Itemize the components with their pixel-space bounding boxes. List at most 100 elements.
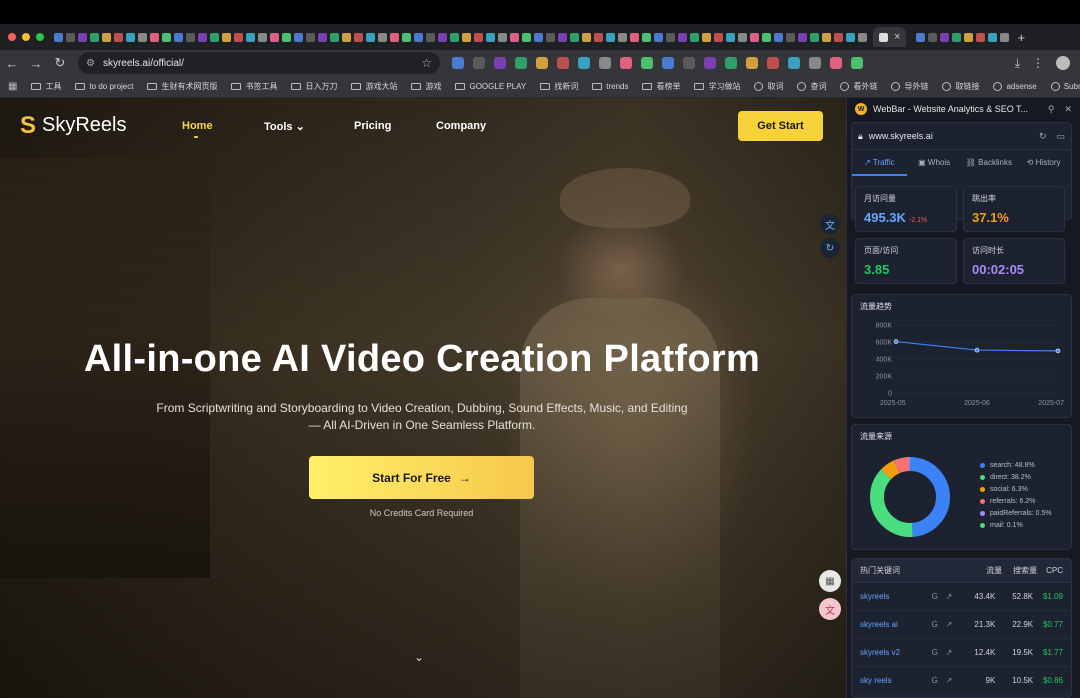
favicon-icon[interactable] xyxy=(557,57,569,69)
extensions-row[interactable] xyxy=(452,57,863,69)
refresh-icon[interactable]: ↻ xyxy=(1039,131,1047,142)
favicon-icon[interactable] xyxy=(294,32,303,42)
favicon-icon[interactable] xyxy=(606,32,615,42)
favicon-icon[interactable] xyxy=(662,57,674,69)
bookmark-item[interactable]: 游戏 xyxy=(411,81,441,92)
favicon-icon[interactable] xyxy=(536,57,548,69)
favicon-icon[interactable] xyxy=(258,32,267,42)
keyword-link[interactable]: skyreels v2 xyxy=(860,648,932,657)
favicon-icon[interactable] xyxy=(390,32,399,42)
favicon-icon[interactable] xyxy=(988,32,998,42)
google-icon[interactable]: G xyxy=(932,592,946,601)
bookmark-item[interactable]: 日入万刀 xyxy=(291,81,337,92)
trend-point[interactable] xyxy=(974,347,980,353)
favicon-icon[interactable] xyxy=(198,32,207,42)
favicon-icon[interactable] xyxy=(78,32,87,42)
keyword-row[interactable]: skyreels G ↗ 43.4K 52.8K $1.09 xyxy=(852,583,1071,611)
favicon-icon[interactable] xyxy=(378,32,387,42)
favicon-icon[interactable] xyxy=(654,32,663,42)
favicon-icon[interactable] xyxy=(150,32,159,42)
bookmark-item[interactable]: 生财有术网页版 xyxy=(147,81,217,92)
keyword-row[interactable]: skyreels ai G ↗ 21.3K 22.9K $0.77 xyxy=(852,611,1071,639)
bookmark-item[interactable]: 工具 xyxy=(31,81,61,92)
google-icon[interactable]: G xyxy=(932,620,946,629)
favicon-icon[interactable] xyxy=(846,32,855,42)
favicon-icon[interactable] xyxy=(498,32,507,42)
translate-icon[interactable]: 文 xyxy=(820,214,840,234)
refresh-tool-icon[interactable]: ↻ xyxy=(820,238,840,258)
favicon-icon[interactable] xyxy=(714,32,723,42)
bookmark-item[interactable]: 取链接 xyxy=(942,81,979,92)
favicon-icon[interactable] xyxy=(786,32,795,42)
favicon-icon[interactable] xyxy=(788,57,800,69)
favicon-icon[interactable] xyxy=(234,32,243,42)
google-icon[interactable]: G xyxy=(932,648,946,657)
bookmark-item[interactable]: 学习做站 xyxy=(694,81,740,92)
nav-pricing[interactable]: Pricing xyxy=(354,120,391,132)
nav-home[interactable]: Home xyxy=(182,120,213,132)
close-tab-button[interactable]: × xyxy=(894,31,900,43)
favicon-icon[interactable] xyxy=(354,32,363,42)
favicon-icon[interactable] xyxy=(964,32,974,42)
favicon-icon[interactable] xyxy=(366,32,375,42)
google-icon[interactable]: G xyxy=(932,676,946,685)
apps-icon[interactable]: ▦ xyxy=(8,81,17,92)
pinned-tabs[interactable] xyxy=(54,32,867,42)
favicon-icon[interactable] xyxy=(102,32,111,42)
start-for-free-button[interactable]: Start For Free → xyxy=(309,456,534,499)
favicon-icon[interactable] xyxy=(486,32,495,42)
favicon-icon[interactable] xyxy=(494,57,506,69)
menu-icon[interactable]: ⋮ xyxy=(1032,56,1044,70)
favicon-icon[interactable] xyxy=(952,32,962,42)
translate-float-icon[interactable]: 文 xyxy=(819,598,841,620)
trend-icon[interactable]: ↗ xyxy=(946,676,962,685)
favicon-icon[interactable] xyxy=(558,32,567,42)
url-text[interactable]: skyreels.ai/official/ xyxy=(103,58,184,69)
site-info-icon[interactable]: ⚙ xyxy=(86,58,95,69)
bookmark-item[interactable]: adsense xyxy=(993,82,1037,91)
favicon-icon[interactable] xyxy=(570,32,579,42)
favicon-icon[interactable] xyxy=(186,32,195,42)
bookmark-item[interactable]: 导外链 xyxy=(891,81,928,92)
get-start-button[interactable]: Get Start xyxy=(738,111,823,141)
favicon-icon[interactable] xyxy=(450,32,459,42)
favicon-icon[interactable] xyxy=(976,32,986,42)
bookmark-item[interactable]: Submit xyxy=(1050,82,1080,91)
bookmark-item[interactable]: 取词 xyxy=(754,81,783,92)
bookmark-item[interactable]: 游戏大站 xyxy=(351,81,397,92)
bookmark-item[interactable]: trends xyxy=(592,82,628,91)
zoom-window-button[interactable] xyxy=(36,33,44,41)
minimize-window-button[interactable] xyxy=(22,33,30,41)
keyword-row[interactable]: skyreels v2 G ↗ 12.4K 19.5K $1.77 xyxy=(852,639,1071,667)
favicon-icon[interactable] xyxy=(522,32,531,42)
back-button[interactable]: ← xyxy=(0,56,24,71)
favicon-icon[interactable] xyxy=(830,57,842,69)
favicon-icon[interactable] xyxy=(594,32,603,42)
trend-icon[interactable]: ↗ xyxy=(946,648,962,657)
bookmark-item[interactable]: 查词 xyxy=(797,81,826,92)
trend-point[interactable] xyxy=(893,339,899,344)
address-bar[interactable]: ⚙ skyreels.ai/official/ ☆ xyxy=(78,52,440,74)
favicon-icon[interactable] xyxy=(462,32,471,42)
favicon-icon[interactable] xyxy=(515,57,527,69)
favicon-icon[interactable] xyxy=(834,32,843,42)
favicon-icon[interactable] xyxy=(774,32,783,42)
favicon-icon[interactable] xyxy=(725,57,737,69)
favicon-icon[interactable] xyxy=(690,32,699,42)
expand-icon[interactable]: ▭ xyxy=(1056,131,1065,142)
favicon-icon[interactable] xyxy=(738,32,747,42)
favicon-icon[interactable] xyxy=(940,32,950,42)
bookmark-item[interactable]: GOOGLE PLAY xyxy=(455,82,526,91)
favicon-icon[interactable] xyxy=(762,32,771,42)
favicon-icon[interactable] xyxy=(222,32,231,42)
bookmark-item[interactable]: 书签工具 xyxy=(231,81,277,92)
favicon-icon[interactable] xyxy=(414,32,423,42)
tab-history[interactable]: ⟲ History xyxy=(1016,150,1071,176)
favicon-icon[interactable] xyxy=(473,57,485,69)
favicon-icon[interactable] xyxy=(210,32,219,42)
favicon-icon[interactable] xyxy=(767,57,779,69)
skyreels-logo[interactable]: S SkyReels xyxy=(20,113,126,137)
pin-icon[interactable]: ⚲ xyxy=(1048,104,1055,115)
favicon-icon[interactable] xyxy=(174,32,183,42)
favicon-icon[interactable] xyxy=(126,32,135,42)
